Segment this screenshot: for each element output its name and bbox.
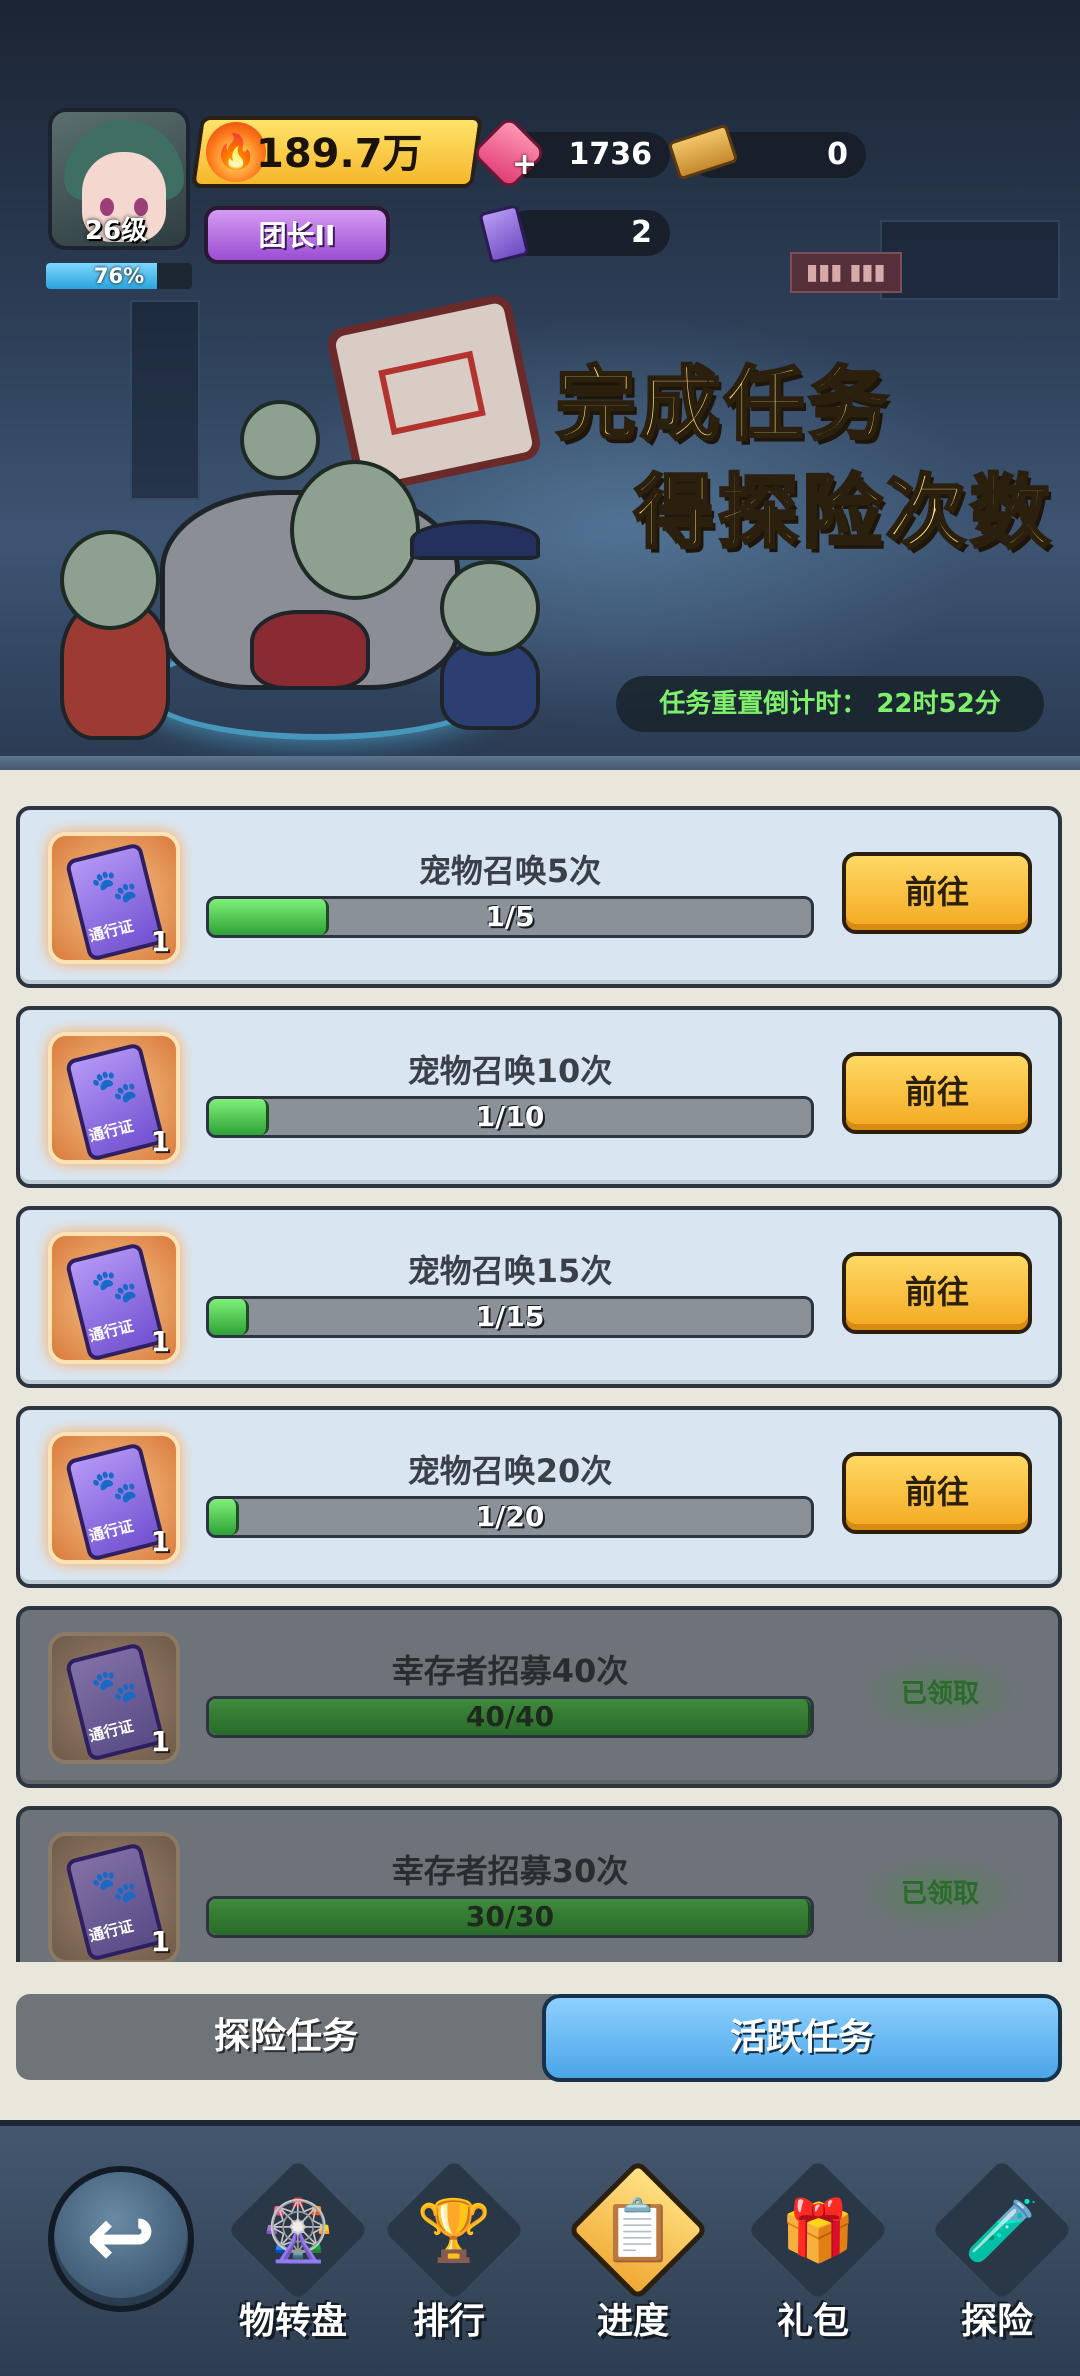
capsule-icon: 🧪 xyxy=(964,2196,1040,2266)
wheel-icon: 🎡 xyxy=(260,2196,336,2266)
promo-line-2: 得探险次数 xyxy=(633,465,1054,561)
big-zombie-jersey xyxy=(250,610,370,690)
reward-count: 1 xyxy=(150,1125,170,1158)
reward-count: 1 xyxy=(150,925,170,958)
nav-item-label: 探险 xyxy=(960,2301,1033,2342)
task-progress-text: 1/15 xyxy=(475,1300,545,1333)
nav-item-label: 排行 xyxy=(412,2301,485,2342)
nav-item-gift-pack[interactable]: 🎁 礼包 xyxy=(738,2156,889,2356)
promo-line-1: 完成任务 xyxy=(555,357,892,453)
nav-item-pet-wheel[interactable]: 🎡 物转盘 xyxy=(218,2156,369,2356)
task-progress-text: 1/5 xyxy=(485,900,535,933)
rank-badge[interactable]: 团长II xyxy=(204,206,390,264)
task-list[interactable]: 🐾 通行证 1 宠物召唤5次 1/5 前往 🐾 通行证 1 宠物召唤10次 1/… xyxy=(0,770,1080,1962)
reward-item[interactable]: 🐾 通行证 1 xyxy=(48,832,180,964)
big-zombie-head xyxy=(290,460,420,600)
task-card-completed: 🐾 通行证 1 幸存者招募40次 40/40 已领取 xyxy=(16,1606,1062,1788)
task-progress-text: 40/40 xyxy=(465,1700,555,1733)
task-tabs: 探险任务 活跃任务 xyxy=(16,1994,1062,2082)
gift-icon: 🎁 xyxy=(780,2196,856,2266)
back-button[interactable]: ↩ xyxy=(48,2166,194,2312)
task-title: 宠物召唤10次 xyxy=(407,1052,613,1090)
player-level: 26级 xyxy=(84,216,148,246)
reward-count: 1 xyxy=(150,1925,170,1958)
reward-item[interactable]: 🐾 通行证 1 xyxy=(48,1432,180,1564)
task-progress-text: 1/10 xyxy=(475,1100,545,1133)
reward-count: 1 xyxy=(150,1725,170,1758)
task-title: 宠物召唤20次 xyxy=(407,1452,613,1490)
task-card-completed: 🐾 通行证 1 幸存者招募30次 30/30 已领取 xyxy=(16,1806,1062,1962)
nav-item-progress[interactable]: 📋 进度 xyxy=(558,2156,709,2356)
reward-count: 1 xyxy=(150,1325,170,1358)
tab-explore-tasks[interactable]: 探险任务 xyxy=(16,1994,556,2080)
task-progress-text: 1/20 xyxy=(475,1500,545,1533)
power-value: 189.7万 xyxy=(256,131,423,177)
go-button[interactable]: 前往 xyxy=(842,1452,1032,1534)
corridor-sign: ▮▮▮ ▮▮▮ xyxy=(790,252,902,293)
claimed-stamp: 已领取 xyxy=(860,1658,1020,1730)
small-zombie-head xyxy=(240,400,320,480)
task-title: 幸存者招募40次 xyxy=(391,1652,629,1690)
task-title: 宠物召唤5次 xyxy=(418,852,602,890)
reward-item[interactable]: 🐾 通行证 1 xyxy=(48,1232,180,1364)
claimed-stamp: 已领取 xyxy=(860,1858,1020,1930)
task-progress-text: 30/30 xyxy=(465,1900,555,1933)
nav-item-label: 物转盘 xyxy=(238,2301,347,2342)
task-title: 幸存者招募30次 xyxy=(391,1852,629,1890)
task-card: 🐾 通行证 1 宠物召唤10次 1/10 前往 xyxy=(16,1006,1062,1188)
nav-item-ranking[interactable]: 🏆 排行 xyxy=(374,2156,525,2356)
left-zombie-head xyxy=(60,530,160,630)
task-card: 🐾 通行证 1 宠物召唤15次 1/15 前往 xyxy=(16,1206,1062,1388)
task-title: 宠物召唤15次 xyxy=(407,1252,613,1290)
reward-item: 🐾 通行证 1 xyxy=(48,1832,180,1962)
nav-item-label: 进度 xyxy=(596,2301,669,2342)
go-button[interactable]: 前往 xyxy=(842,1252,1032,1334)
wall-panel xyxy=(880,220,1060,300)
bottom-nav: ↩ 🎡 物转盘 🏆 排行 📋 进度 🎁 礼包 🧪 探险 xyxy=(0,2120,1080,2376)
hero-banner: ▮▮▮ ▮▮▮ 26级 76% 🔥 189.7万 团长II 1736 + 0 2… xyxy=(0,0,1080,770)
tab-active-tasks[interactable]: 活跃任务 xyxy=(542,1994,1062,2082)
task-card: 🐾 通行证 1 宠物召唤5次 1/5 前往 xyxy=(16,806,1062,988)
reward-item[interactable]: 🐾 通行证 1 xyxy=(48,1032,180,1164)
nav-item-explore[interactable]: 🧪 探险 xyxy=(922,2156,1073,2356)
add-gems-icon[interactable]: + xyxy=(512,150,542,180)
police-zombie-head xyxy=(440,560,540,656)
wall-panel xyxy=(130,300,200,500)
go-button[interactable]: 前往 xyxy=(842,1052,1032,1134)
reset-countdown: 任务重置倒计时： 22时52分 xyxy=(616,676,1044,732)
xp-percent: 76% xyxy=(93,264,145,288)
go-button[interactable]: 前往 xyxy=(842,852,1032,934)
reward-item: 🐾 通行证 1 xyxy=(48,1632,180,1764)
reward-count: 1 xyxy=(150,1525,170,1558)
task-card: 🐾 通行证 1 宠物召唤20次 1/20 前往 xyxy=(16,1406,1062,1588)
police-hat xyxy=(410,520,540,560)
clipboard-icon: 📋 xyxy=(600,2196,676,2266)
pet-pass-counter: 2 xyxy=(506,210,670,256)
trophy-icon: 🏆 xyxy=(416,2196,492,2266)
nav-item-label: 礼包 xyxy=(776,2301,849,2342)
